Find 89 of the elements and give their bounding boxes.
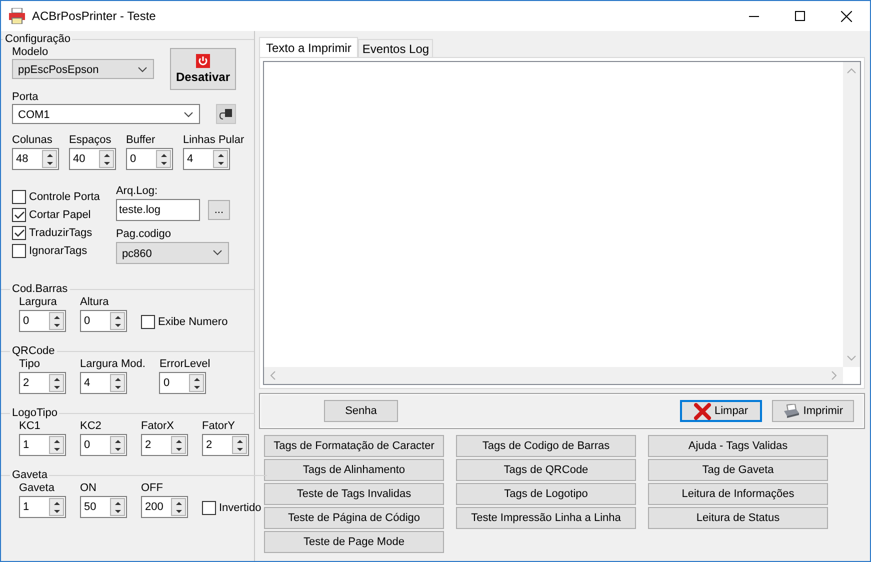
chevron-down-icon <box>184 112 193 118</box>
checkbox[interactable] <box>202 501 216 515</box>
number-spinner[interactable]: 50 <box>80 496 127 518</box>
tag-button[interactable]: Teste Impressão Linha a Linha <box>456 507 636 529</box>
port-dropdown[interactable]: COM1 <box>12 104 200 124</box>
tag-button[interactable]: Tag de Gaveta <box>648 459 828 481</box>
number-spinner[interactable]: 2 <box>141 434 188 456</box>
number-spinner[interactable]: 2 <box>19 372 66 394</box>
group-title: Gaveta <box>11 469 48 481</box>
number-spinner[interactable]: 48 <box>12 148 59 170</box>
field-label: Porta <box>12 90 40 104</box>
chevron-down-icon <box>138 67 147 73</box>
field-label: Linhas Pular <box>183 133 244 147</box>
chevron-down-icon <box>212 250 222 256</box>
number-spinner[interactable]: 1 <box>19 434 66 456</box>
field-label: Gaveta <box>19 481 56 495</box>
checkbox-label: Exibe Numero <box>158 316 228 328</box>
printer-icon <box>783 404 800 418</box>
checkbox-label: Controle Porta <box>29 191 100 203</box>
number-spinner[interactable]: 1 <box>19 496 66 518</box>
checkbox[interactable] <box>12 244 26 258</box>
field-label: Pag.codigo <box>116 227 172 241</box>
tag-button[interactable]: Leitura de Status <box>648 507 828 529</box>
field-label: Largura <box>19 295 58 309</box>
field-label: Espaços <box>69 133 112 147</box>
number-spinner[interactable]: 0 <box>159 372 206 394</box>
tag-button[interactable]: Teste de Tags Invalidas <box>264 483 444 505</box>
print-button[interactable]: Imprimir <box>772 400 854 422</box>
checkbox[interactable] <box>141 315 155 329</box>
number-spinner[interactable]: 0 <box>19 310 66 332</box>
field-label: FatorX <box>141 419 176 433</box>
serial-config-button[interactable] <box>216 104 236 124</box>
printer-icon <box>8 8 26 24</box>
group-title: LogoTipo <box>11 407 58 419</box>
checkbox-label: IgnorarTags <box>29 245 88 257</box>
tab[interactable]: Texto a Imprimir <box>259 37 358 57</box>
tag-button[interactable]: Teste de Page Mode <box>264 531 444 553</box>
field-label: Largura Mod. <box>80 357 146 371</box>
tag-button[interactable]: Ajuda - Tags Validas <box>648 435 828 457</box>
plug-icon <box>219 108 233 120</box>
group-title: Configuração <box>4 33 72 45</box>
number-spinner[interactable]: 0 <box>126 148 173 170</box>
number-spinner[interactable]: 0 <box>80 434 127 456</box>
checkbox-label: Invertido <box>219 502 262 514</box>
field-label: KC2 <box>80 419 102 433</box>
field-label: OFF <box>141 481 164 495</box>
number-spinner[interactable]: 4 <box>183 148 230 170</box>
field-label: ErrorLevel <box>159 357 210 371</box>
password-button[interactable]: Senha <box>324 400 398 422</box>
number-spinner[interactable]: 0 <box>80 310 127 332</box>
close-icon[interactable] <box>841 10 852 22</box>
tag-button[interactable]: Tags de Codigo de Barras <box>456 435 636 457</box>
checkbox[interactable] <box>12 226 26 240</box>
clear-button[interactable]: Limpar <box>680 400 762 422</box>
field-label: KC1 <box>19 419 42 433</box>
tag-button[interactable]: Leitura de Informações <box>648 483 828 505</box>
checkbox-label: Cortar Papel <box>29 209 91 221</box>
window-title: ACBrPosPrinter - Teste <box>32 9 156 23</box>
maximize-icon[interactable] <box>795 11 805 21</box>
tag-button[interactable]: Tags de Alinhamento <box>264 459 444 481</box>
field-label: Arq.Log: <box>116 184 159 198</box>
checkbox[interactable] <box>12 208 26 222</box>
tag-button[interactable]: Tags de Formatação de Caracter <box>264 435 444 457</box>
group-title: QRCode <box>11 345 56 357</box>
x-icon <box>694 402 712 420</box>
tag-button[interactable]: Teste de Página de Código <box>264 507 444 529</box>
model-dropdown[interactable]: ppEscPosEpson <box>12 59 154 79</box>
field-label: Buffer <box>126 133 156 147</box>
field-label: Colunas <box>12 133 54 147</box>
browse-button[interactable]: ... <box>208 200 230 220</box>
group-title: Cod.Barras <box>11 283 69 295</box>
number-spinner[interactable]: 2 <box>202 434 249 456</box>
field-label: Altura <box>80 295 110 309</box>
field-label: FatorY <box>202 419 236 433</box>
tag-button[interactable]: Tags de QRCode <box>456 459 636 481</box>
power-icon <box>196 54 210 68</box>
number-spinner[interactable]: 40 <box>69 148 116 170</box>
number-spinner[interactable]: 4 <box>80 372 127 394</box>
deactivate-button[interactable]: Desativar <box>170 48 236 90</box>
field-label: Tipo <box>19 357 41 371</box>
log-file-field[interactable]: teste.log <box>116 199 200 221</box>
tab[interactable]: Eventos Log <box>358 39 434 57</box>
codepage-dropdown[interactable]: pc860 <box>116 242 229 264</box>
number-spinner[interactable]: 200 <box>141 496 188 518</box>
checkbox-label: TraduzirTags <box>29 227 92 239</box>
field-label: Modelo <box>12 45 50 59</box>
tag-button[interactable]: Tags de Logotipo <box>456 483 636 505</box>
field-label: ON <box>80 481 98 495</box>
checkbox[interactable] <box>12 190 26 204</box>
